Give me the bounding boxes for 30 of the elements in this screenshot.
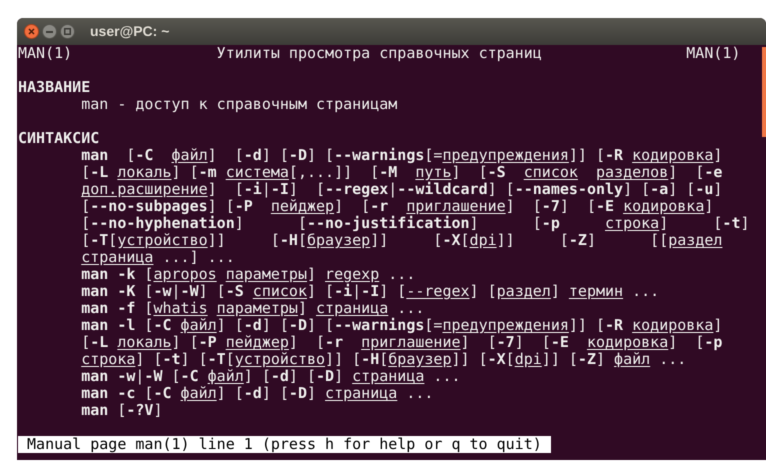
manual-line: man -f [whatis параметры] страница ... [80,300,424,317]
maximize-button[interactable] [60,24,75,39]
page-header-title: Утилиты просмотра справочных страниц [216,45,542,62]
page-header-left: MAN(1) [18,45,72,62]
manual-line: страница ...] ... [80,249,235,266]
manual-line: man [-C файл] [-d] [-D] [--warnings[=предупреждения]] [-R кодировка] [80,147,722,164]
manual-line: доп.расширение] [-i|-I] [--regex|--wildcard] [--names-only] [-a] [-u] [80,181,722,198]
manual-line: [-L локаль] [-P пейджер] [-r приглашение] [-7] [-E кодировка] [-p [80,334,722,351]
minimize-button[interactable] [42,24,57,39]
manual-line: [-T[устройство]] [-H[браузер]] [-X[dpi]] [-Z] [[раздел [80,232,722,249]
section-heading: СИНТАКСИС [18,130,100,147]
maximize-icon [64,28,71,35]
manual-line: man -k [apropos параметры] regexp ... [80,266,416,283]
manual-line: строка] [-t] [-T[устройство]] [-H[браузер]] [-X[dpi]] [-Z] файл ... [80,351,686,368]
manual-line: man [-?V] [80,402,162,419]
manual-line: man -w|-W [-C файл] [-d] [-D] страница ... [80,368,461,385]
close-icon [28,28,35,35]
page-header-right: MAN(1) [686,45,740,62]
manual-line: man - доступ к справочным страницам [80,96,398,113]
status-bar: Manual page man(1) line 1 (press h for help or q to quit) [18,436,551,453]
manual-line: [--no-hyphenation] [--no-justification] [-p строка] [-t] [80,215,750,232]
window-title: user@PC: ~ [90,22,170,41]
manual-line: man -K [-w|-W] [-S список] [-i|-I] [--regex] [раздел] термин ... [80,283,660,300]
manual-line: man -l [-C файл] [-d] [-D] [--warnings[=предупреждения]] [-R кодировка] [80,317,722,334]
section-heading: НАЗВАНИЕ [18,79,90,96]
manual-line: man -c [-C файл] [-d] [-D] страница ... [80,385,434,402]
close-button[interactable] [24,24,39,39]
manual-line: [--no-subpages] [-P пейджер] [-r приглашение] [-7] [-E кодировка] [80,198,714,215]
minimize-icon [46,30,53,32]
manual-line: [-L локаль] [-m система[,...]] [-M путь] [-S список разделов] [-e [80,164,722,181]
